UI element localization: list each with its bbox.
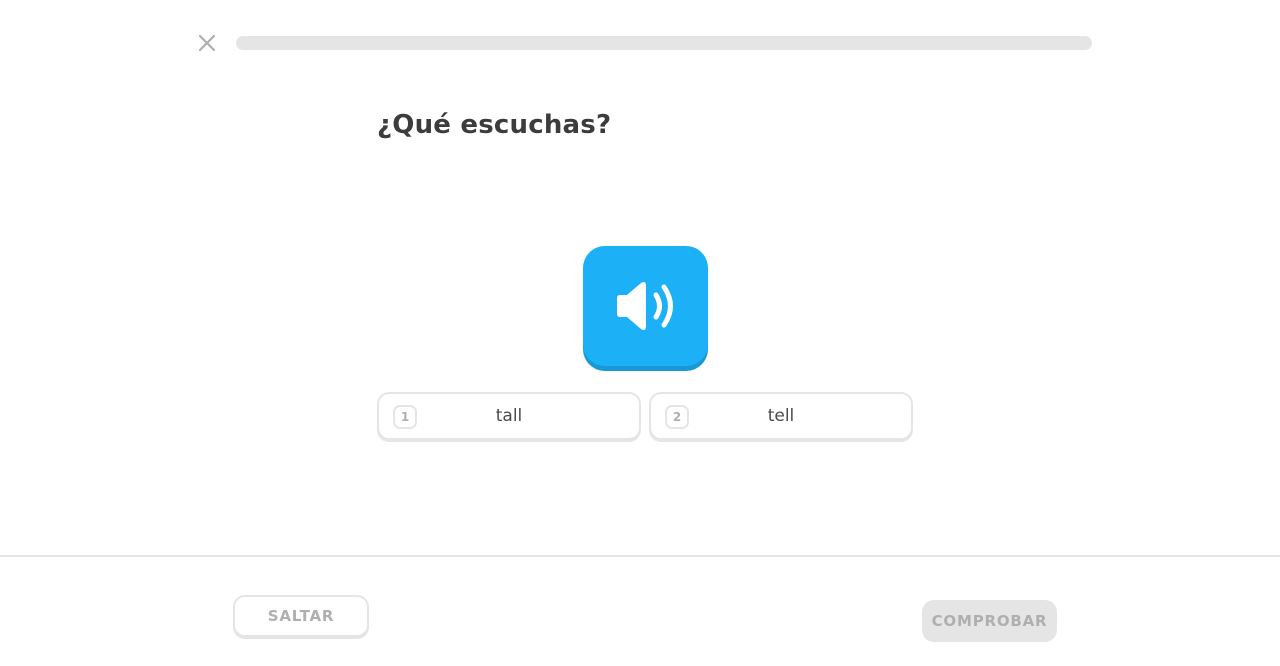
choice-option-2[interactable]: 2 tell <box>649 392 913 440</box>
check-button[interactable]: COMPROBAR <box>922 600 1057 642</box>
choice-option-1[interactable]: 1 tall <box>377 392 641 440</box>
progress-bar <box>236 36 1092 50</box>
play-audio-button[interactable] <box>583 246 708 366</box>
skip-button[interactable]: SALTAR <box>233 595 369 637</box>
page-title: ¿Qué escuchas? <box>377 110 612 140</box>
lesson-screen: ¿Qué escuchas? 1 tall 2 tell SALTAR COMP… <box>0 0 1280 666</box>
speaker-icon <box>616 282 673 330</box>
close-button[interactable] <box>196 32 218 54</box>
choice-label: tall <box>495 406 523 426</box>
footer-divider <box>0 555 1280 557</box>
choice-label: tell <box>767 406 795 426</box>
close-icon <box>198 34 216 52</box>
